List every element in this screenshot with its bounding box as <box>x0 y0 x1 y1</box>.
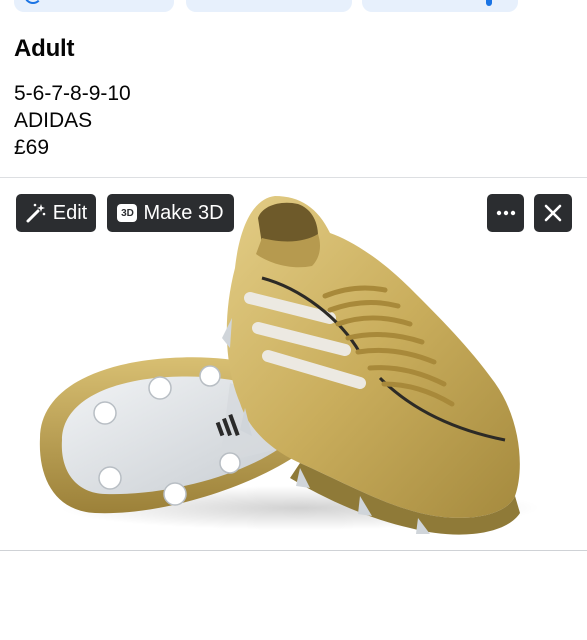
listing-price: £69 <box>14 136 50 159</box>
more-options-button[interactable] <box>487 194 524 232</box>
listing-photo[interactable]: Edit 3D Make 3D <box>0 178 587 550</box>
action-chip-1[interactable] <box>14 0 174 12</box>
make-3d-button[interactable]: 3D Make 3D <box>107 194 234 232</box>
magic-wand-icon <box>26 203 46 223</box>
top-action-chips <box>0 0 587 12</box>
listing-brand: ADIDAS <box>14 109 93 132</box>
marketplace-listing-page: Adult 5-6-7-8-9-10 ADIDAS £69 Edit 3D Ma… <box>0 0 587 640</box>
action-chip-2[interactable] <box>186 0 352 12</box>
listing-details: Adult 5-6-7-8-9-10 ADIDAS £69 <box>14 32 131 161</box>
listing-sizes: 5-6-7-8-9-10 <box>14 82 131 105</box>
football-boots-image <box>39 196 540 535</box>
make-3d-label: Make 3D <box>143 201 224 224</box>
3d-icon: 3D <box>117 204 138 222</box>
more-horizontal-icon <box>496 210 515 216</box>
action-chip-3[interactable] <box>362 0 518 12</box>
edit-button[interactable]: Edit <box>16 194 96 232</box>
edit-label: Edit <box>52 201 88 224</box>
listing-title: Adult <box>14 35 75 62</box>
boot-side-view <box>222 196 520 535</box>
close-button[interactable] <box>534 194 572 232</box>
close-icon <box>544 204 562 222</box>
divider <box>0 550 587 551</box>
